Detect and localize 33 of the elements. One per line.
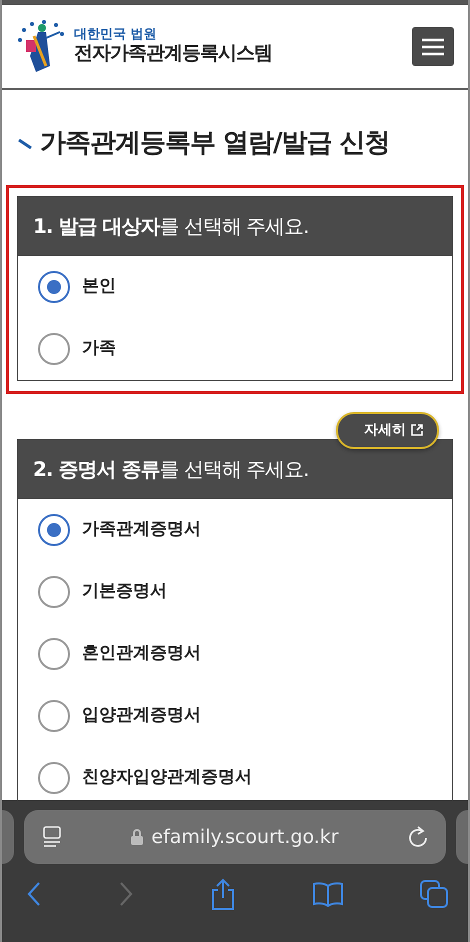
radio-button[interactable]: [38, 514, 70, 546]
reader-icon: [42, 826, 62, 848]
share-icon[interactable]: [210, 878, 236, 910]
bookmarks-icon[interactable]: [312, 881, 344, 907]
section-heading: 2. 증명서 종류를 선택해 주세요.: [33, 456, 309, 483]
menu-button[interactable]: [412, 27, 454, 66]
radio-button[interactable]: [38, 576, 70, 608]
org-name: 대한민국 법원: [74, 28, 158, 42]
menu-icon: [422, 38, 444, 56]
option-label[interactable]: 입양관계증명서: [82, 703, 201, 729]
radio-button[interactable]: [38, 762, 70, 794]
option-label[interactable]: 친양자입양관계증명서: [82, 765, 252, 791]
external-link-icon: [411, 424, 423, 436]
system-name: 전자가족관계등록시스템: [74, 42, 272, 66]
radio-button[interactable]: [38, 333, 70, 365]
title-mark-icon: [18, 138, 32, 148]
section-heading: 1. 발급 대상자를 선택해 주세요.: [33, 213, 309, 240]
address-bar[interactable]: efamily.scourt.go.kr: [24, 810, 446, 864]
option-label[interactable]: 가족: [82, 336, 116, 362]
detail-button[interactable]: 자세히: [336, 412, 439, 449]
option-label[interactable]: 가족관계증명서: [82, 517, 201, 543]
url-text: efamily.scourt.go.kr: [151, 824, 339, 850]
lock-icon: [131, 829, 144, 845]
back-icon[interactable]: [26, 881, 42, 907]
radio-button[interactable]: [38, 271, 70, 303]
radio-button[interactable]: [38, 700, 70, 732]
radio-button[interactable]: [38, 638, 70, 670]
reload-icon[interactable]: [408, 826, 428, 848]
option-label[interactable]: 기본증명서: [82, 579, 167, 605]
tabs-icon[interactable]: [420, 880, 448, 908]
page-title: 가족관계등록부 열람/발급 신청: [40, 128, 390, 160]
option-label[interactable]: 혼인관계증명서: [82, 641, 201, 667]
option-label[interactable]: 본인: [82, 274, 116, 300]
